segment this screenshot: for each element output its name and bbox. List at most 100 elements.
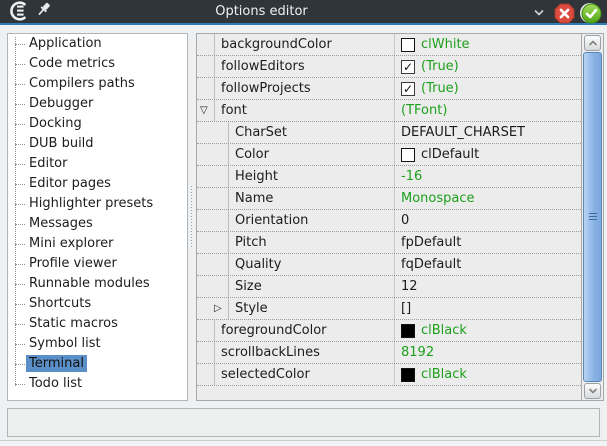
- sidebar-item-terminal[interactable]: Terminal: [8, 354, 187, 374]
- sidebar-item-label: Todo list: [26, 375, 85, 392]
- splitter-grip-icon: [190, 185, 194, 249]
- sidebar-item-debugger[interactable]: Debugger: [8, 94, 187, 114]
- property-value: fpDefault: [401, 235, 461, 250]
- sidebar-item-label: Debugger: [26, 95, 96, 112]
- property-value-cell[interactable]: 12: [394, 276, 581, 297]
- sidebar-item-label: Symbol list: [26, 335, 104, 352]
- property-row-Height[interactable]: Height -16: [197, 166, 581, 188]
- property-value-cell[interactable]: ✓ (True): [394, 56, 581, 77]
- property-row-font[interactable]: ▽ font(TFont): [197, 100, 581, 122]
- shade-button[interactable]: [530, 4, 548, 22]
- property-name: foregroundColor: [214, 320, 393, 341]
- color-swatch: [401, 324, 415, 338]
- property-row-followProjects[interactable]: followProjects✓(True): [197, 78, 581, 100]
- accept-button[interactable]: [581, 3, 602, 24]
- property-value-cell[interactable]: DEFAULT_CHARSET: [394, 122, 581, 143]
- property-row-Style[interactable]: ▷Style[]: [197, 298, 581, 320]
- accept-check-icon: [581, 3, 602, 24]
- sidebar-item-todo-list[interactable]: Todo list: [8, 374, 187, 394]
- property-value-cell[interactable]: (TFont): [394, 100, 581, 121]
- property-row-Pitch[interactable]: PitchfpDefault: [197, 232, 581, 254]
- pin-icon[interactable]: [36, 1, 52, 22]
- sidebar-item-label: Highlighter presets: [26, 195, 156, 212]
- cancel-button[interactable]: [554, 3, 575, 24]
- sidebar-item-messages[interactable]: Messages: [8, 214, 187, 234]
- property-value: clBlack: [421, 367, 467, 382]
- property-value-cell[interactable]: clBlack: [394, 320, 581, 341]
- scroll-down-button[interactable]: [584, 383, 601, 399]
- property-row-Quality[interactable]: QualityfqDefault: [197, 254, 581, 276]
- scrollbar-grip-icon: [589, 213, 597, 221]
- property-row-backgroundColor[interactable]: backgroundColorclWhite: [197, 34, 581, 56]
- property-value: Monospace: [401, 191, 475, 206]
- checkbox-checked[interactable]: ✓: [401, 82, 415, 96]
- property-name: Orientation: [228, 210, 393, 231]
- scroll-up-button[interactable]: [584, 35, 601, 51]
- property-value: (True): [421, 59, 459, 74]
- property-row-Color[interactable]: Color clDefault: [197, 144, 581, 166]
- expand-icon[interactable]: ▷: [214, 298, 222, 320]
- property-name: Height: [228, 166, 393, 187]
- property-value-cell[interactable]: Monospace: [394, 188, 581, 209]
- options-editor-window: Options editor ApplicationCode metricsCo…: [0, 0, 607, 446]
- property-value-cell[interactable]: ✓ (True): [394, 78, 581, 99]
- sidebar-item-runnable-modules[interactable]: Runnable modules: [8, 274, 187, 294]
- sidebar-item-code-metrics[interactable]: Code metrics: [8, 54, 187, 74]
- sidebar-item-highlighter-presets[interactable]: Highlighter presets: [8, 194, 187, 214]
- property-row-scrollbackLines[interactable]: scrollbackLines8192: [197, 342, 581, 364]
- property-value: (True): [421, 81, 459, 96]
- property-name: Size: [228, 276, 393, 297]
- sidebar-item-editor[interactable]: Editor: [8, 154, 187, 174]
- property-value-cell[interactable]: 0: [394, 210, 581, 231]
- property-value-cell[interactable]: clDefault: [394, 144, 581, 165]
- app-logo-icon[interactable]: [7, 0, 29, 25]
- property-row-selectedColor[interactable]: selectedColor clBlack: [197, 364, 581, 386]
- panel-splitter[interactable]: [188, 33, 196, 401]
- property-name: selectedColor: [214, 364, 393, 385]
- sidebar-item-compilers-paths[interactable]: Compilers paths: [8, 74, 187, 94]
- property-grid: backgroundColorclWhitefollowEditors✓(Tru…: [196, 33, 604, 401]
- sidebar-item-label: DUB build: [26, 135, 97, 152]
- property-name: Name: [228, 188, 393, 209]
- sidebar-item-profile-viewer[interactable]: Profile viewer: [8, 254, 187, 274]
- property-row-Size[interactable]: Size12: [197, 276, 581, 298]
- scroll-up-arrow-icon: [588, 39, 598, 47]
- titlebar-left-icons: [7, 0, 52, 25]
- sidebar-item-label: Docking: [26, 115, 85, 132]
- sidebar-item-dub-build[interactable]: DUB build: [8, 134, 187, 154]
- property-name: CharSet: [228, 122, 393, 143]
- collapse-icon[interactable]: ▽: [200, 100, 208, 122]
- property-name: font: [214, 100, 393, 121]
- property-value-cell[interactable]: clWhite: [394, 34, 581, 55]
- property-value: fqDefault: [401, 257, 461, 272]
- checkbox-checked[interactable]: ✓: [401, 60, 415, 74]
- property-value-cell[interactable]: []: [394, 298, 581, 319]
- sidebar-item-docking[interactable]: Docking: [8, 114, 187, 134]
- property-row-CharSet[interactable]: CharSetDEFAULT_CHARSET: [197, 122, 581, 144]
- property-value-cell[interactable]: -16: [394, 166, 581, 187]
- scrollbar-thumb[interactable]: [583, 52, 602, 382]
- property-value: 0: [401, 213, 409, 228]
- property-row-followEditors[interactable]: followEditors✓(True): [197, 56, 581, 78]
- sidebar-item-shortcuts[interactable]: Shortcuts: [8, 294, 187, 314]
- category-tree: ApplicationCode metricsCompilers pathsDe…: [7, 33, 188, 401]
- property-value: clDefault: [421, 147, 479, 162]
- property-value: 8192: [401, 345, 434, 360]
- property-name: Color: [228, 144, 393, 165]
- vertical-scrollbar[interactable]: [583, 35, 602, 399]
- sidebar-item-mini-explorer[interactable]: Mini explorer: [8, 234, 187, 254]
- property-value-cell[interactable]: fpDefault: [394, 232, 581, 253]
- property-value-cell[interactable]: fqDefault: [394, 254, 581, 275]
- sidebar-item-application[interactable]: Application: [8, 34, 187, 54]
- property-value: -16: [401, 169, 422, 184]
- property-value: clWhite: [421, 37, 470, 52]
- property-row-Name[interactable]: Name Monospace: [197, 188, 581, 210]
- property-row-foregroundColor[interactable]: foregroundColorclBlack: [197, 320, 581, 342]
- property-rows: backgroundColorclWhitefollowEditors✓(Tru…: [197, 34, 582, 400]
- sidebar-item-symbol-list[interactable]: Symbol list: [8, 334, 187, 354]
- property-row-Orientation[interactable]: Orientation 0: [197, 210, 581, 232]
- property-value-cell[interactable]: 8192: [394, 342, 581, 363]
- property-value-cell[interactable]: clBlack: [394, 364, 581, 385]
- sidebar-item-editor-pages[interactable]: Editor pages: [8, 174, 187, 194]
- sidebar-item-static-macros[interactable]: Static macros: [8, 314, 187, 334]
